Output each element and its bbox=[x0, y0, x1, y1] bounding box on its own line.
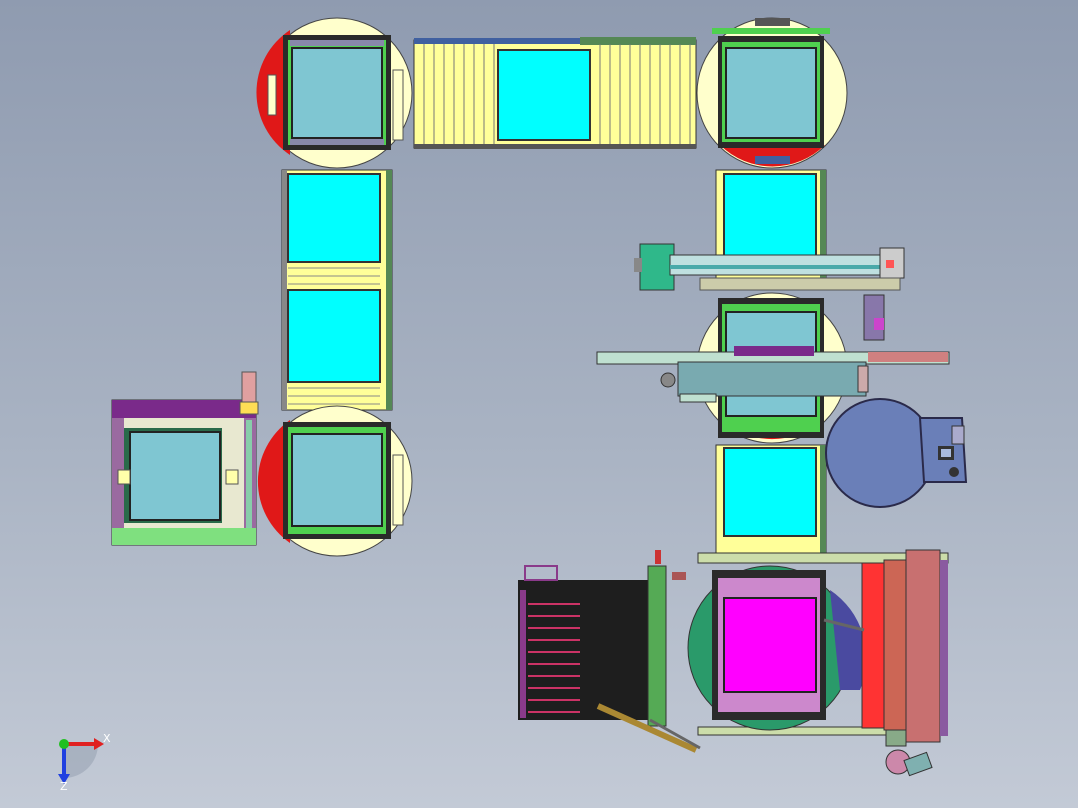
assembly-drawing[interactable]: X Z bbox=[0, 0, 1078, 808]
left-loading-frame[interactable] bbox=[111, 371, 259, 546]
top-roller-conveyor[interactable] bbox=[413, 37, 697, 149]
z-axis-label: Z bbox=[60, 780, 68, 793]
turntable-top-right[interactable] bbox=[696, 17, 848, 169]
left-vertical-conveyor[interactable] bbox=[281, 169, 393, 411]
turntable-top-left[interactable] bbox=[256, 17, 413, 169]
cross-transfer-beam[interactable] bbox=[596, 346, 950, 403]
cylindrical-tank[interactable] bbox=[825, 398, 968, 508]
turntable-bottom-left[interactable] bbox=[257, 405, 413, 557]
right-lower-conveyor[interactable] bbox=[715, 444, 827, 554]
x-axis-label: X bbox=[103, 732, 111, 745]
coordinate-triad-icon: X Z bbox=[58, 732, 111, 793]
cad-viewport[interactable]: X Z bbox=[0, 0, 1078, 808]
cassette-rack[interactable] bbox=[518, 550, 701, 753]
process-station[interactable] bbox=[687, 549, 949, 777]
